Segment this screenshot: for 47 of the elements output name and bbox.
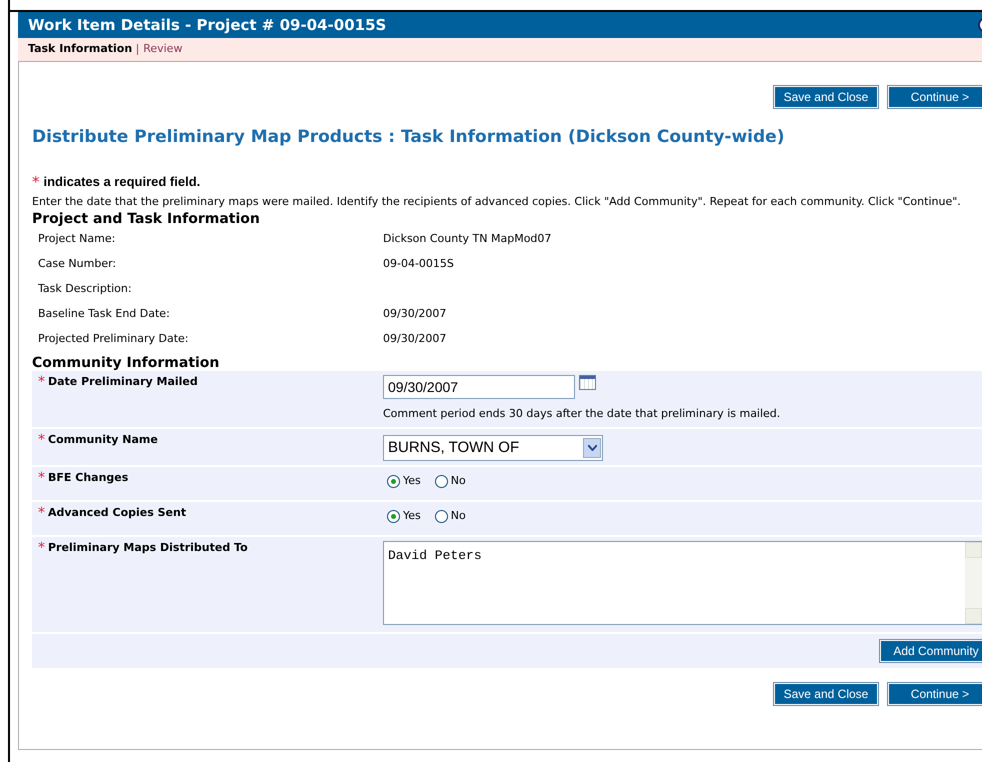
radio-label: Yes: [403, 473, 421, 489]
field-label: Task Description:: [38, 281, 133, 298]
required-asterisk: *: [38, 433, 45, 447]
radio-label: Yes: [403, 508, 421, 524]
field-value: 09/30/2007: [383, 306, 446, 322]
field-note: Comment period ends 30 days after the date that preliminary is mailed.: [383, 406, 780, 422]
field-label: Case Number:: [38, 256, 118, 272]
field-label: Community Name: [48, 433, 158, 447]
text-area[interactable]: David Peters: [383, 541, 982, 625]
field-label: Project Name:: [38, 231, 116, 248]
field-label: BFE Changes: [48, 471, 128, 485]
radio-button[interactable]: [387, 510, 400, 523]
radio-label: No: [450, 508, 466, 524]
tab[interactable]: Review: [143, 41, 182, 58]
save-and-close-button[interactable]: Save and Close: [774, 86, 878, 108]
field-label: Baseline Task End Date:: [38, 306, 171, 322]
calendar-icon[interactable]: [579, 375, 596, 390]
section-title: Community Information: [32, 355, 220, 371]
radio-button[interactable]: [434, 474, 448, 488]
community-dropdown[interactable]: BURNS, TOWN OF: [383, 435, 603, 461]
page-heading: Distribute Preliminary Map Products : Task Information (Dickson County-wide): [32, 126, 786, 149]
field-label: Projected Preliminary Date:: [38, 331, 190, 348]
radio-button[interactable]: [387, 474, 400, 488]
required-asterisk: *: [38, 375, 45, 389]
field-label: Preliminary Maps Distributed To: [48, 541, 248, 555]
field-label: Advanced Copies Sent: [48, 506, 186, 520]
field-label: Date Preliminary Mailed: [48, 375, 198, 389]
radio-label: No: [450, 473, 466, 489]
instructions-text: Enter the date that the preliminary maps were mailed. Identify the recipients of advanced copies. Click "Add Community". Repeat for each community. Click "Continue".: [32, 196, 962, 208]
field-value: 09/30/2007: [383, 331, 446, 348]
required-asterisk: *: [32, 172, 40, 192]
required-note: indicates a required field.: [44, 173, 200, 191]
required-asterisk: *: [38, 471, 45, 485]
date-field[interactable]: 09/30/2007: [383, 375, 575, 399]
required-asterisk: *: [38, 506, 45, 520]
field-value: 09-04-0015S: [383, 256, 454, 272]
window-title: Work Item Details - Project # 09-04-0015S: [28, 14, 386, 36]
field-value: Dickson County TN MapMod07: [383, 231, 552, 248]
continue-button[interactable]: Continue >: [888, 86, 982, 108]
continue-button[interactable]: Continue >: [888, 683, 982, 705]
section-title: Project and Task Information: [32, 211, 261, 227]
required-asterisk: *: [38, 541, 45, 555]
tab[interactable]: Task Information: [28, 41, 132, 58]
scrollbar[interactable]: [965, 542, 982, 624]
add-community-button[interactable]: Add Community: [880, 640, 982, 662]
save-and-close-button[interactable]: Save and Close: [774, 683, 878, 705]
radio-button[interactable]: [434, 510, 448, 523]
